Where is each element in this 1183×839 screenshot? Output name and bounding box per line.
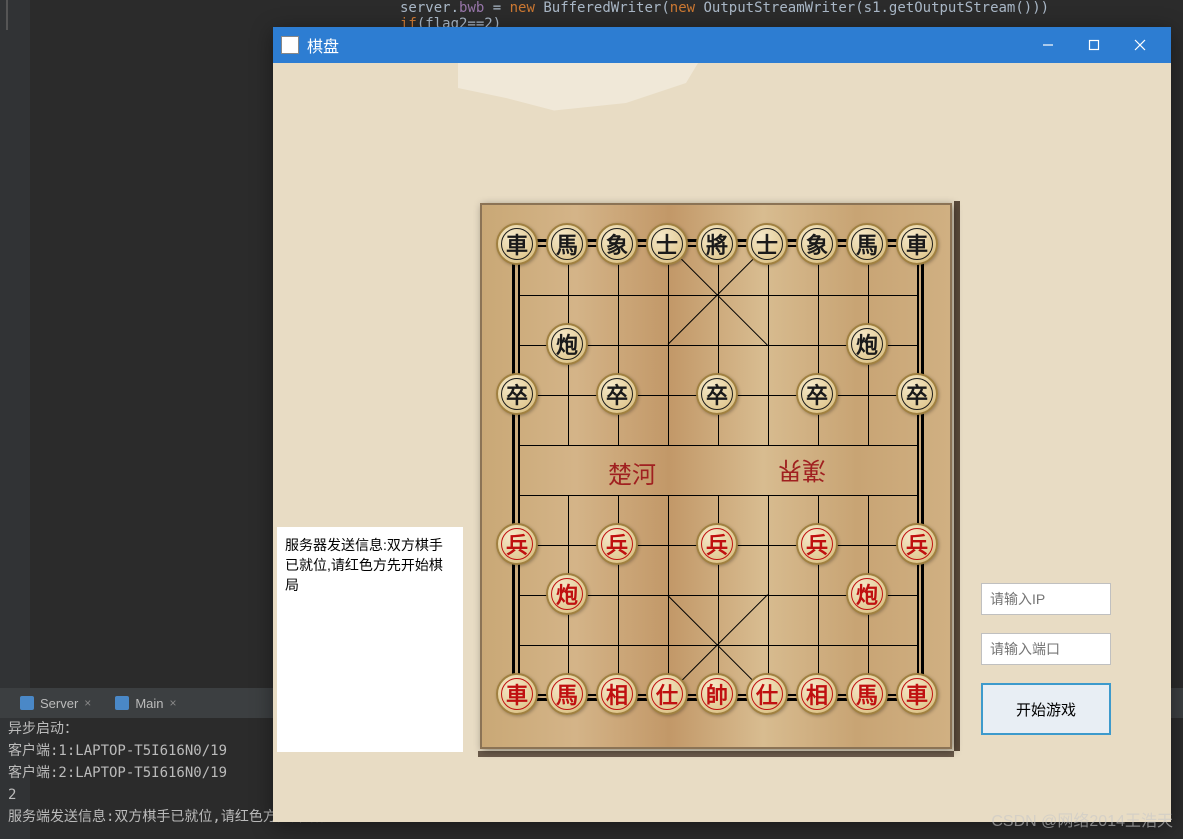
piece-red[interactable]: 兵 [496,523,538,565]
piece-red[interactable]: 馬 [846,673,888,715]
piece-red[interactable]: 炮 [846,573,888,615]
piece-red[interactable]: 兵 [896,523,938,565]
control-panel: 开始游戏 [981,583,1111,735]
minimize-button[interactable] [1025,27,1071,63]
piece-red[interactable]: 相 [596,673,638,715]
piece-red[interactable]: 兵 [596,523,638,565]
piece-black[interactable]: 炮 [546,323,588,365]
message-box: 服务器发送信息:双方棋手已就位,请红色方先开始棋局 [277,527,463,752]
piece-black[interactable]: 卒 [496,373,538,415]
maximize-button[interactable] [1071,27,1117,63]
port-input[interactable] [981,633,1111,665]
piece-red[interactable]: 兵 [796,523,838,565]
piece-red[interactable]: 兵 [696,523,738,565]
piece-black[interactable]: 將 [696,223,738,265]
piece-black[interactable]: 卒 [696,373,738,415]
piece-red[interactable]: 仕 [746,673,788,715]
piece-black[interactable]: 卒 [896,373,938,415]
piece-black[interactable]: 象 [596,223,638,265]
piece-red[interactable]: 炮 [546,573,588,615]
chess-board[interactable]: 楚河 漢界 車馬象士將士象馬車炮炮卒卒卒卒卒兵兵兵兵兵炮炮車馬相仕帥仕相馬車 [480,203,952,749]
start-button[interactable]: 开始游戏 [981,683,1111,735]
piece-black[interactable]: 車 [896,223,938,265]
file-icon [20,696,34,710]
tab-server[interactable]: Server× [8,692,103,715]
piece-black[interactable]: 士 [746,223,788,265]
app-icon [281,36,299,54]
piece-red[interactable]: 相 [796,673,838,715]
piece-red[interactable]: 車 [896,673,938,715]
window-title: 棋盘 [307,33,339,57]
tab-main[interactable]: Main× [103,692,188,715]
piece-black[interactable]: 炮 [846,323,888,365]
piece-black[interactable]: 馬 [846,223,888,265]
piece-red[interactable]: 仕 [646,673,688,715]
piece-red[interactable]: 車 [496,673,538,715]
river-text-left: 楚河 [608,455,656,490]
piece-black[interactable]: 象 [796,223,838,265]
app-window: 棋盘 服务器发送信息:双方棋手已就位,请红色方先开始棋局 楚河 漢界 車馬象士將… [273,27,1171,822]
piece-black[interactable]: 車 [496,223,538,265]
piece-red[interactable]: 帥 [696,673,738,715]
watermark: CSDN @网络2014王浩天 [991,807,1173,831]
file-icon [115,696,129,710]
close-icon[interactable]: × [84,696,91,710]
river-text-right: 漢界 [778,455,826,490]
paper-decoration [458,63,698,113]
close-button[interactable] [1117,27,1163,63]
close-icon[interactable]: × [170,696,177,710]
window-content: 服务器发送信息:双方棋手已就位,请红色方先开始棋局 楚河 漢界 車馬象士將士象馬… [273,63,1171,822]
piece-black[interactable]: 士 [646,223,688,265]
piece-red[interactable]: 馬 [546,673,588,715]
piece-black[interactable]: 卒 [796,373,838,415]
piece-black[interactable]: 馬 [546,223,588,265]
ip-input[interactable] [981,583,1111,615]
titlebar[interactable]: 棋盘 [273,27,1171,63]
piece-black[interactable]: 卒 [596,373,638,415]
